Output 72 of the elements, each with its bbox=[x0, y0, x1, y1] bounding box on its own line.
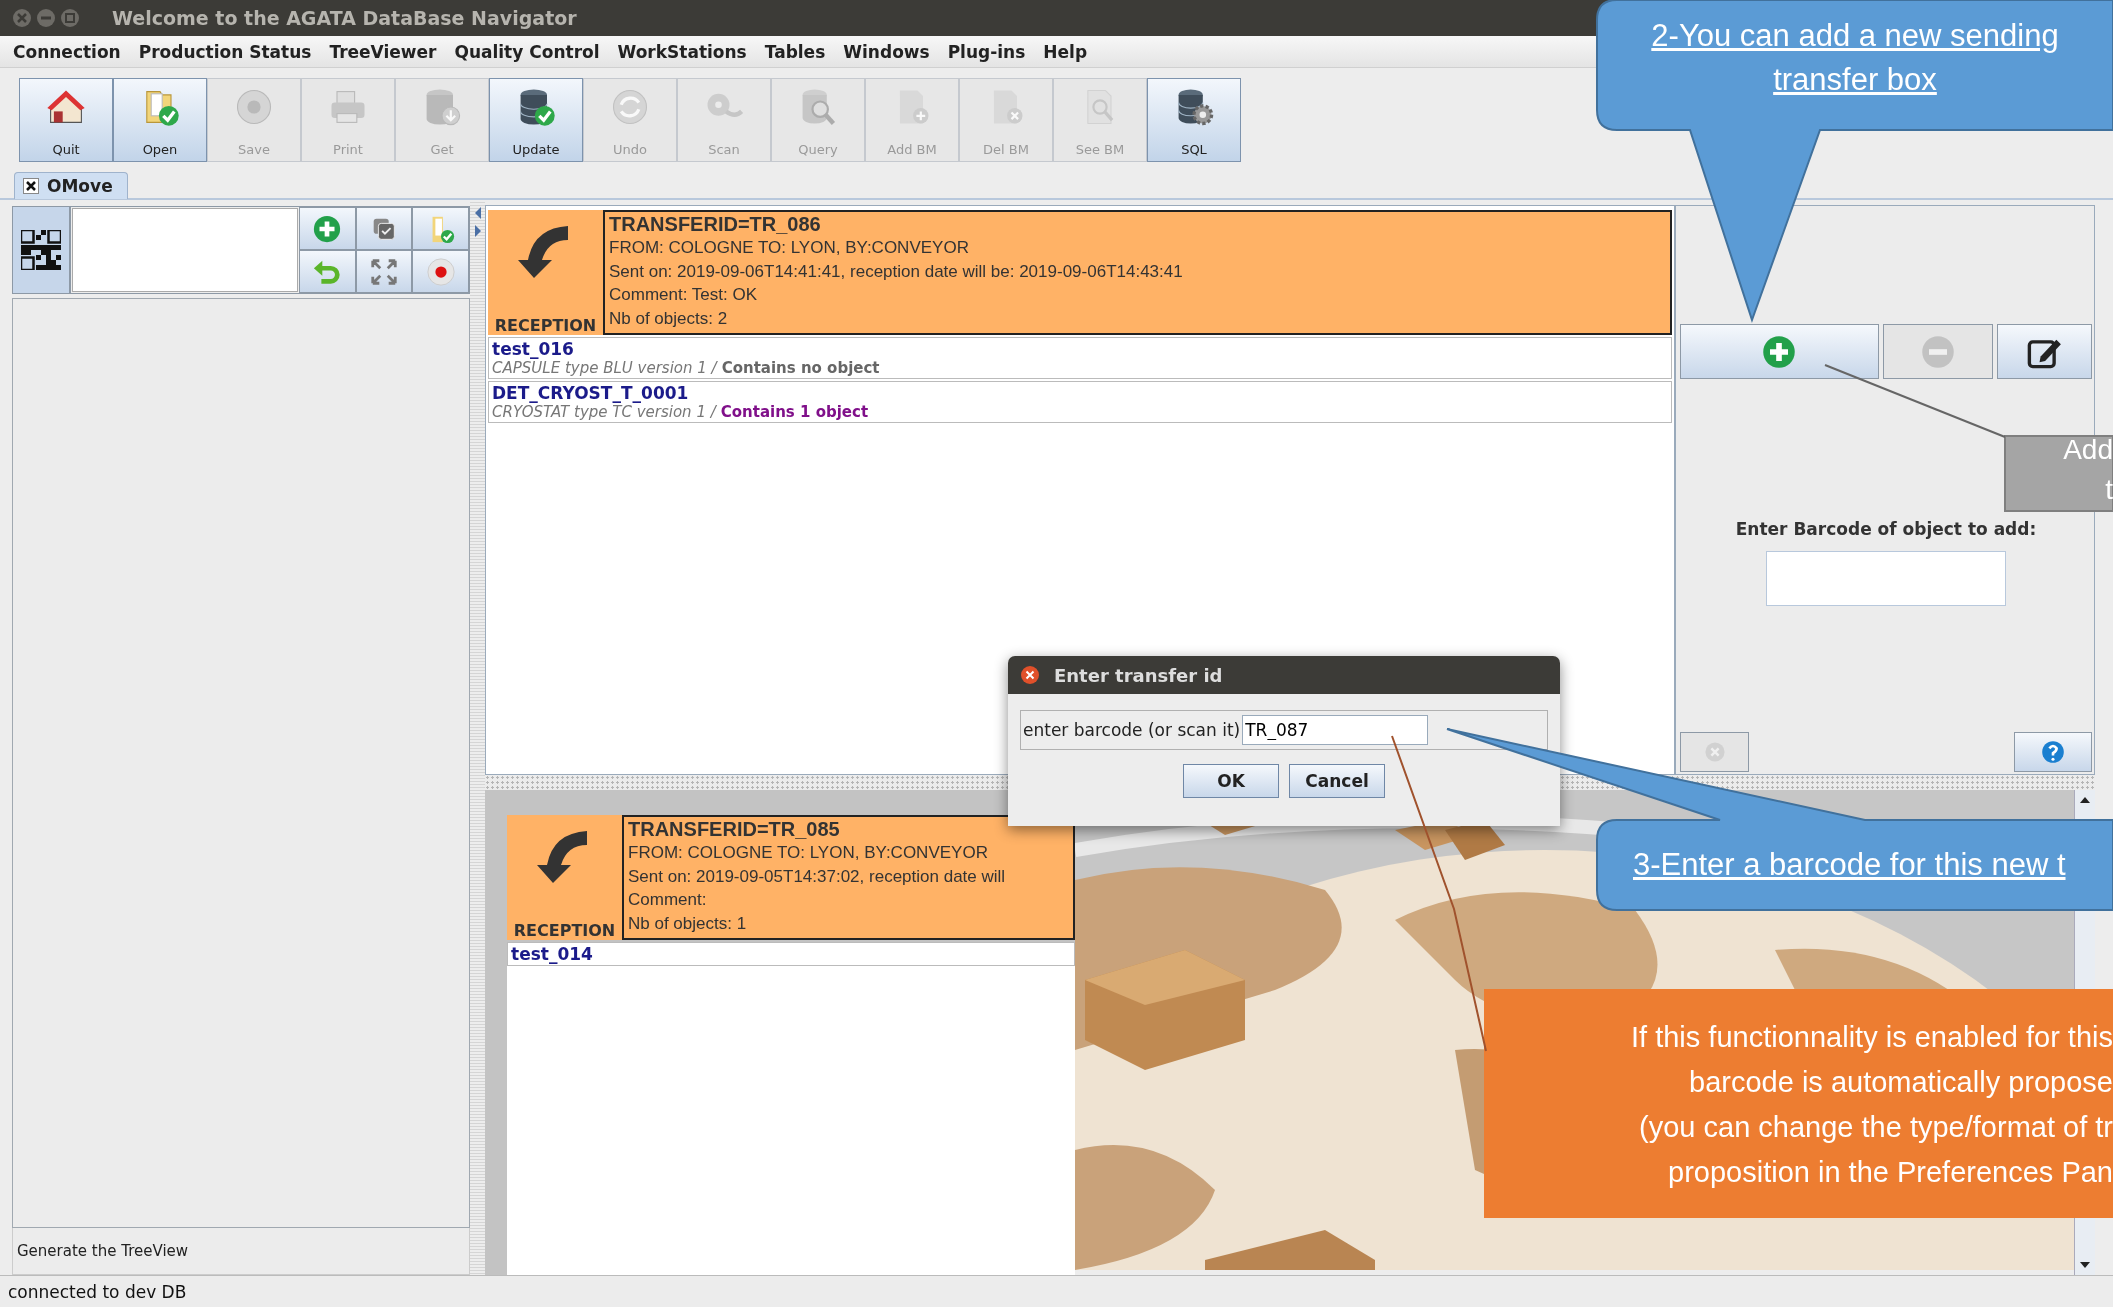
transfer-detail: Comment: bbox=[628, 889, 708, 911]
toolbar-button[interactable]: SQL bbox=[1147, 78, 1241, 162]
right-arrow-icon[interactable] bbox=[472, 224, 483, 238]
toolbar-button[interactable]: Update bbox=[489, 78, 583, 162]
dialog-title: Enter transfer id bbox=[1054, 664, 1223, 686]
transfer-detail: Comment: Test: OK bbox=[609, 284, 758, 306]
help-button[interactable] bbox=[2014, 732, 2092, 772]
menu-item[interactable]: Quality Control bbox=[445, 39, 609, 64]
close-icon[interactable] bbox=[23, 178, 39, 194]
clear-icon bbox=[1702, 740, 1727, 764]
barcode-field[interactable] bbox=[72, 208, 298, 292]
transfer-detail: Nb of objects: 1 bbox=[628, 912, 748, 935]
qr-code-icon[interactable] bbox=[21, 230, 61, 270]
undo-button[interactable] bbox=[299, 250, 356, 293]
close-icon[interactable] bbox=[1020, 665, 1040, 685]
object-contents: Contains 1 object bbox=[720, 403, 869, 421]
object-name: test_014 bbox=[511, 944, 594, 964]
transfer-detail: Nb of objects: 2 bbox=[609, 307, 729, 330]
tab[interactable]: OMove bbox=[14, 172, 128, 199]
edit-button[interactable] bbox=[1996, 324, 2092, 379]
transfer-detail: Sent on: 2019-09-05T14:37:02, reception date will bbox=[628, 865, 1007, 888]
record-button[interactable] bbox=[412, 250, 469, 293]
direction-label: RECEPTION bbox=[494, 316, 597, 335]
transfer-detail: FROM: COLOGNE TO: LYON, BY:CONVEYOR bbox=[628, 842, 989, 864]
object-description: CRYOSTAT type TC version 1 / bbox=[492, 403, 716, 421]
transfer-id: TRANSFERID=TR_085 bbox=[628, 817, 841, 841]
object-row[interactable]: test_014 bbox=[507, 942, 1075, 966]
field-label: Enter Barcode of object to add: bbox=[1734, 519, 2038, 539]
add-button[interactable] bbox=[1680, 324, 1879, 379]
expand-button[interactable] bbox=[355, 250, 413, 293]
folder-check-button[interactable] bbox=[412, 207, 469, 250]
cancel-button[interactable]: Cancel bbox=[1289, 764, 1385, 798]
barcode-field[interactable] bbox=[1766, 551, 2006, 606]
field-label: enter barcode (or scan it) bbox=[1023, 720, 1241, 740]
object-name: test_016 bbox=[492, 339, 575, 359]
callout-text: Add t bbox=[2062, 433, 2113, 507]
add-icon bbox=[1761, 333, 1798, 370]
object-name: DET_CRYOST_T_0001 bbox=[492, 383, 690, 403]
maximize-icon[interactable] bbox=[60, 8, 80, 28]
toolbar-button[interactable]: Open bbox=[113, 78, 207, 162]
menu-item[interactable]: Production Status bbox=[129, 39, 321, 64]
record-icon bbox=[425, 256, 456, 287]
object-row[interactable]: DET_CRYOST_T_0001 CRYOSTAT type TC version 1 / Contains 1 object bbox=[488, 381, 1672, 423]
menu-item[interactable]: Plug-ins bbox=[938, 39, 1035, 64]
direction-label: RECEPTION bbox=[513, 921, 616, 940]
status-text: Generate the TreeView bbox=[12, 1228, 470, 1275]
barcode-field[interactable]: TR_087 bbox=[1242, 715, 1429, 745]
copy-check-button[interactable] bbox=[355, 207, 413, 250]
window-title: Welcome to the AGATA DataBase Navigator bbox=[112, 7, 577, 29]
minimize-icon[interactable] bbox=[36, 8, 56, 28]
object-description: CAPSULE type BLU version 1 / bbox=[492, 359, 717, 377]
remove-icon bbox=[1919, 333, 1956, 370]
callout-text: 2-You can add a new sending transfer box bbox=[1650, 17, 2060, 99]
toolbar-button[interactable]: Quit bbox=[19, 78, 113, 162]
menu-item[interactable]: Help bbox=[1034, 39, 1097, 64]
menu-item[interactable]: WorkStations bbox=[608, 39, 756, 64]
menu-item[interactable]: Windows bbox=[834, 39, 939, 64]
add-button[interactable] bbox=[299, 207, 356, 250]
object-row[interactable]: test_016 CAPSULE type BLU version 1 / Contains no object bbox=[488, 337, 1672, 379]
expand-icon bbox=[369, 256, 399, 287]
transfer-detail: Sent on: 2019-09-06T14:41:41, reception date will be: 2019-09-06T14:43:41 bbox=[609, 260, 1184, 283]
ok-button[interactable]: OK bbox=[1183, 764, 1279, 798]
menu-item[interactable]: Tables bbox=[755, 39, 835, 64]
menu-item[interactable]: TreeViewer bbox=[320, 39, 446, 64]
transfer-id: TRANSFERID=TR_086 bbox=[609, 212, 822, 236]
transfer-detail: FROM: COLOGNE TO: LYON, BY:CONVEYOR bbox=[609, 237, 970, 259]
help-icon bbox=[2041, 740, 2065, 764]
add-icon bbox=[312, 213, 343, 244]
menu-item[interactable]: Connection bbox=[4, 39, 130, 64]
callout-text: If this functionnality is enabled for this barcode is automatically propose (you can change the type/format of tr proposition in the Preferences Pan bbox=[1630, 1020, 2113, 1190]
object-contents: Contains no object bbox=[721, 359, 880, 377]
callout-text: 3-Enter a barcode for this new t bbox=[1632, 846, 2067, 884]
